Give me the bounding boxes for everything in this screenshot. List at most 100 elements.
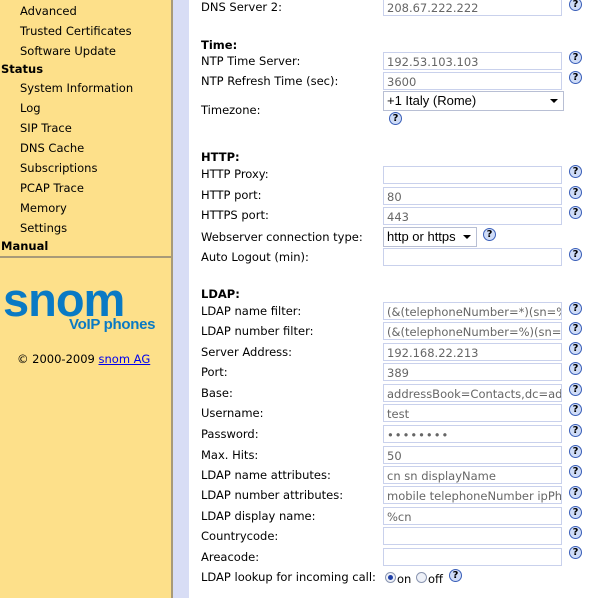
password-label: Password: <box>201 427 259 441</box>
timezone-value: +1 Italy (Rome) <box>387 93 477 108</box>
password-input[interactable]: •••••••• <box>383 425 562 443</box>
timezone-label: Timezone: <box>201 103 261 117</box>
name-attrs-input[interactable]: cn sn displayName <box>383 466 562 484</box>
conn-type-value: http or https <box>387 229 456 244</box>
content-gutter <box>173 0 189 598</box>
ntp-server-label: NTP Time Server: <box>201 54 301 68</box>
ntp-refresh-label: NTP Refresh Time (sec): <box>201 74 339 88</box>
max-hits-label: Max. Hits: <box>201 448 259 462</box>
help-icon[interactable]: ? <box>569 424 582 437</box>
base-label: Base: <box>201 386 233 400</box>
incoming-lookup-off-radio[interactable] <box>416 572 427 583</box>
server-address-label: Server Address: <box>201 345 293 359</box>
logo-brand: snom <box>3 273 125 326</box>
number-attrs-label: LDAP number attributes: <box>201 488 344 502</box>
ldap-number-filter-label: LDAP number filter: <box>201 324 314 338</box>
help-icon[interactable]: ? <box>569 506 582 519</box>
display-name-input[interactable]: %cn <box>383 507 562 525</box>
section-ldap-title: LDAP: <box>201 287 240 301</box>
sidebar-header-status[interactable]: Status <box>1 59 43 79</box>
ldap-number-filter-input[interactable]: (&(telephoneNumber=%)(sn=* <box>383 322 562 340</box>
help-icon[interactable]: ? <box>569 186 582 199</box>
sidebar-item-pcap-trace[interactable]: PCAP Trace <box>20 178 84 198</box>
dns-server-2-input[interactable]: 208.67.222.222 <box>383 0 562 16</box>
sidebar-item-advanced[interactable]: Advanced <box>20 1 77 21</box>
snom-logo: snom VoIP phones <box>3 273 155 333</box>
sidebar-item-memory[interactable]: Memory <box>20 198 67 218</box>
https-port-label: HTTPS port: <box>201 208 269 222</box>
auto-logout-input[interactable] <box>383 248 562 266</box>
https-port-input[interactable]: 443 <box>383 207 562 225</box>
logo-tagline: VoIP phones <box>69 316 156 333</box>
auto-logout-label: Auto Logout (min): <box>201 250 309 264</box>
number-attrs-input[interactable]: mobile telephoneNumber ipPho <box>383 486 562 504</box>
help-icon[interactable]: ? <box>569 0 582 11</box>
sidebar-item-software-update[interactable]: Software Update <box>20 41 116 61</box>
help-icon[interactable]: ? <box>569 465 582 478</box>
sidebar-item-sip-trace[interactable]: SIP Trace <box>20 118 72 138</box>
base-input[interactable]: addressBook=Contacts,dc=add <box>383 384 562 402</box>
areacode-input[interactable] <box>383 548 562 566</box>
chevron-down-icon <box>550 99 558 103</box>
help-icon[interactable]: ? <box>389 112 402 125</box>
ldap-port-label: Port: <box>201 365 228 379</box>
help-icon[interactable]: ? <box>569 362 582 375</box>
countrycode-label: Countrycode: <box>201 529 279 543</box>
name-attrs-label: LDAP name attributes: <box>201 468 331 482</box>
display-name-label: LDAP display name: <box>201 509 316 523</box>
incoming-lookup-on-radio[interactable] <box>385 572 396 583</box>
snom-ag-link[interactable]: snom AG <box>99 352 151 366</box>
help-icon[interactable]: ? <box>569 51 582 64</box>
http-port-label: HTTP port: <box>201 188 262 202</box>
username-input[interactable]: test <box>383 404 562 422</box>
sidebar-header-manual[interactable]: Manual <box>1 236 48 256</box>
help-icon[interactable]: ? <box>569 445 582 458</box>
sidebar-item-log[interactable]: Log <box>20 98 41 118</box>
conn-type-select[interactable]: http or https <box>383 227 477 247</box>
http-port-input[interactable]: 80 <box>383 187 562 205</box>
copyright: © 2000-2009 snom AG <box>17 352 150 366</box>
server-address-input[interactable]: 192.168.22.213 <box>383 343 562 361</box>
help-icon[interactable]: ? <box>569 403 582 416</box>
help-icon[interactable]: ? <box>569 526 582 539</box>
help-icon[interactable]: ? <box>483 228 496 241</box>
help-icon[interactable]: ? <box>569 248 582 261</box>
help-icon[interactable]: ? <box>449 569 462 582</box>
incoming-lookup-on-label[interactable]: on <box>397 572 411 586</box>
help-icon[interactable]: ? <box>569 302 582 315</box>
incoming-lookup-off-label[interactable]: off <box>428 572 443 586</box>
ldap-port-input[interactable]: 389 <box>383 363 562 381</box>
ldap-name-filter-input[interactable]: (&(telephoneNumber=*)(sn=% <box>383 302 562 320</box>
sidebar-item-system-information[interactable]: System Information <box>20 78 133 98</box>
sidebar-item-dns-cache[interactable]: DNS Cache <box>20 138 84 158</box>
help-icon[interactable]: ? <box>569 322 582 335</box>
sidebar: Advanced Trusted Certificates Software U… <box>0 0 173 598</box>
timezone-select[interactable]: +1 Italy (Rome) <box>383 91 564 111</box>
help-icon[interactable]: ? <box>569 165 582 178</box>
sidebar-divider <box>0 256 171 258</box>
chevron-down-icon <box>463 235 471 239</box>
help-icon[interactable]: ? <box>569 71 582 84</box>
sidebar-item-subscriptions[interactable]: Subscriptions <box>20 158 97 178</box>
section-http-title: HTTP: <box>201 150 240 164</box>
sidebar-item-trusted-certificates[interactable]: Trusted Certificates <box>20 21 132 41</box>
max-hits-input[interactable]: 50 <box>383 446 562 464</box>
sidebar-item-settings[interactable]: Settings <box>20 218 67 238</box>
http-proxy-label: HTTP Proxy: <box>201 167 269 181</box>
ntp-refresh-input[interactable]: 3600 <box>383 72 562 90</box>
help-icon[interactable]: ? <box>569 206 582 219</box>
ldap-name-filter-label: LDAP name filter: <box>201 304 302 318</box>
areacode-label: Areacode: <box>201 550 260 564</box>
help-icon[interactable]: ? <box>569 383 582 396</box>
http-proxy-input[interactable] <box>383 166 562 184</box>
incoming-lookup-label: LDAP lookup for incoming call: <box>201 570 376 584</box>
username-label: Username: <box>201 406 264 420</box>
help-icon[interactable]: ? <box>569 342 582 355</box>
conn-type-label: Webserver connection type: <box>201 230 363 244</box>
dns-server-2-label: DNS Server 2: <box>201 0 282 14</box>
ntp-server-input[interactable]: 192.53.103.103 <box>383 52 562 70</box>
help-icon[interactable]: ? <box>569 546 582 559</box>
section-time-title: Time: <box>201 38 238 52</box>
help-icon[interactable]: ? <box>569 486 582 499</box>
countrycode-input[interactable] <box>383 527 562 545</box>
